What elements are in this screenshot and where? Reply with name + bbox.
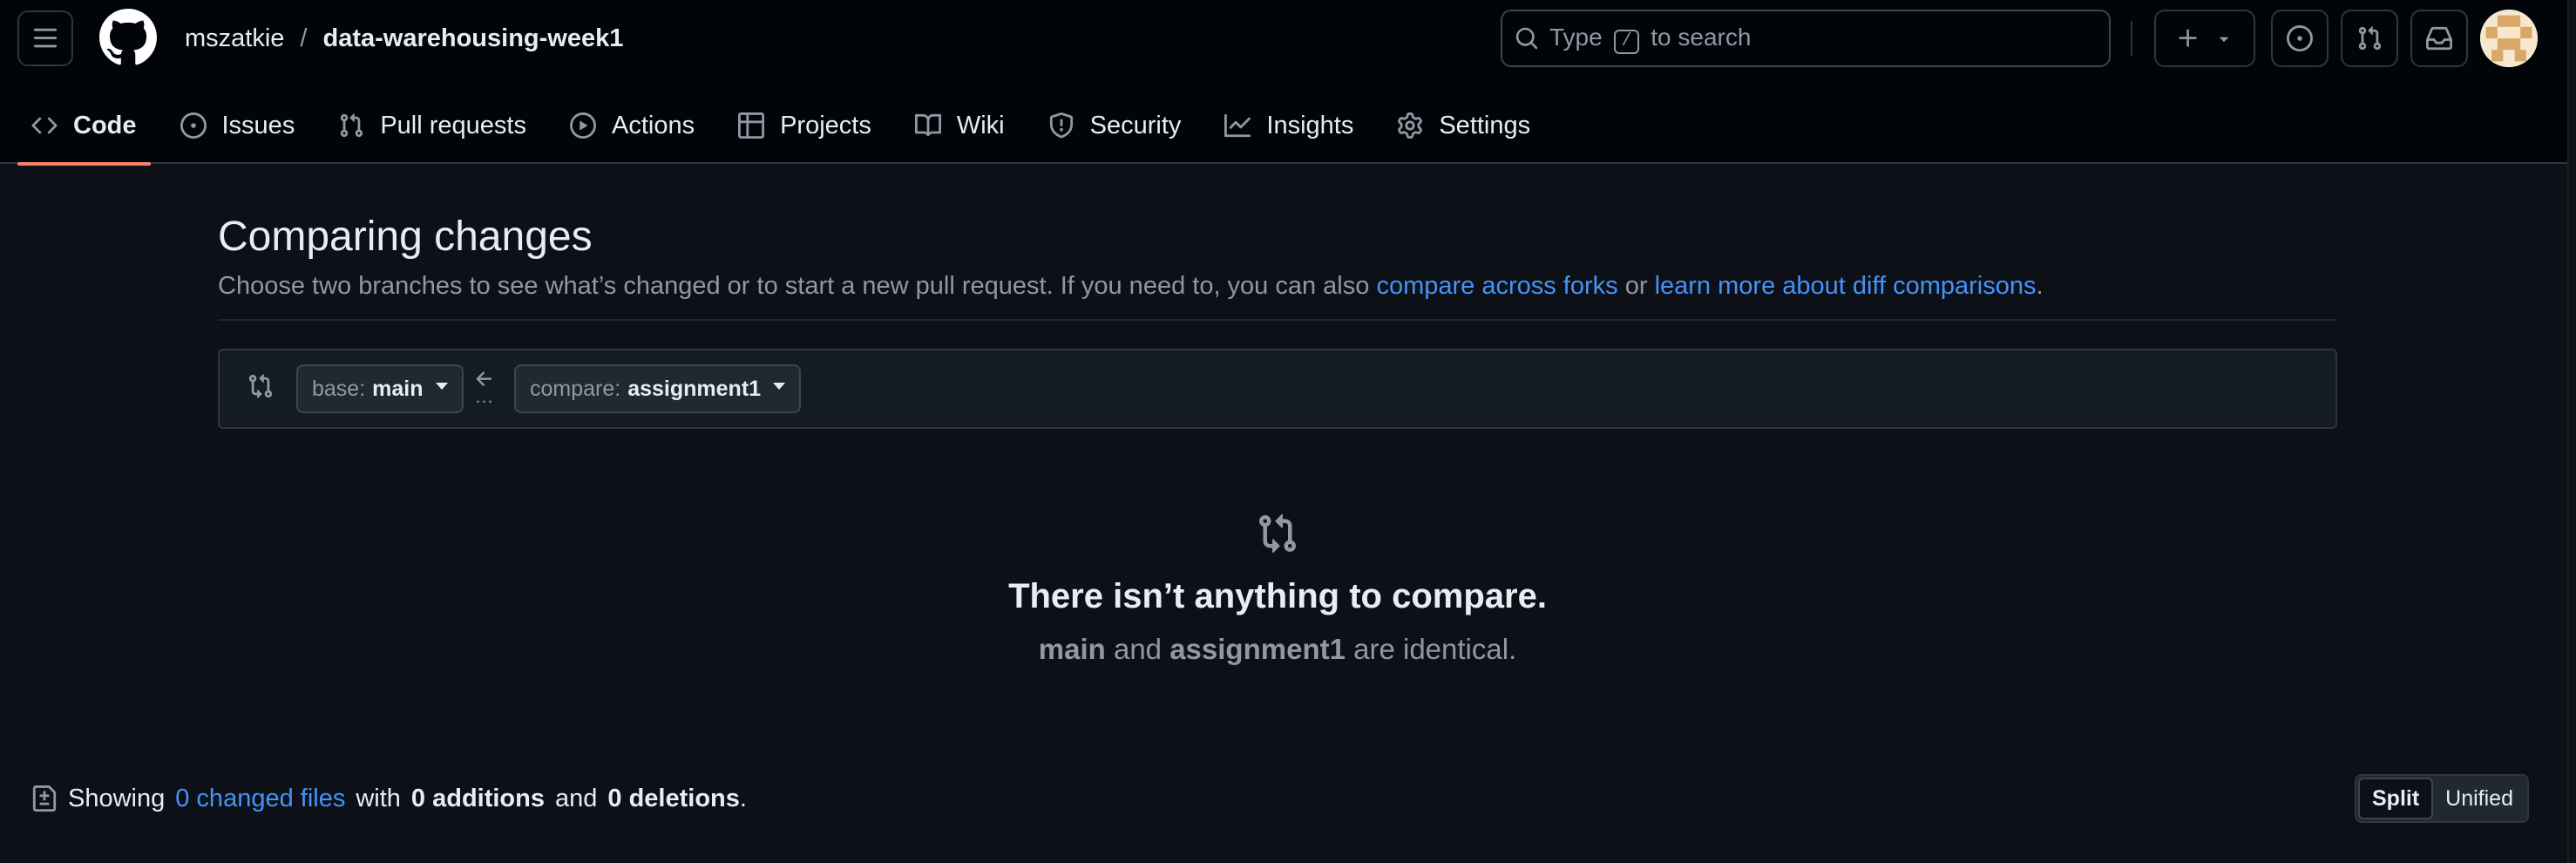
diff-summary: Showing 0 changed files with 0 additions… [31, 781, 747, 816]
range-separator: ... [471, 368, 498, 407]
repo-nav: Code Issues Pull requests Actions Projec… [17, 87, 1560, 166]
tab-security[interactable]: Security [1034, 87, 1196, 164]
caret-down-icon [773, 383, 786, 390]
your-pull-requests-button[interactable] [2341, 10, 2398, 67]
tab-label: Code [73, 111, 137, 139]
notifications-button[interactable] [2410, 10, 2468, 67]
compare-label: compare: [530, 376, 621, 401]
git-compare-icon [1259, 513, 1297, 554]
breadcrumb: mszatkie / data-warehousing-week1 [185, 0, 623, 77]
tab-wiki[interactable]: Wiki [901, 87, 1019, 164]
tab-issues[interactable]: Issues [166, 87, 309, 164]
compare-across-forks-link[interactable]: compare across forks [1376, 272, 1617, 300]
tab-label: Actions [611, 111, 695, 139]
hamburger-icon [33, 28, 58, 48]
breadcrumb-separator: / [300, 24, 308, 52]
base-branch-name: main [372, 376, 424, 401]
tab-pull-requests[interactable]: Pull requests [324, 87, 540, 164]
base-branch-select[interactable]: base: main [296, 364, 464, 413]
blankslate-description: main and assignment1 are identical. [0, 633, 2555, 666]
deletions-count: 0 deletions [607, 784, 740, 812]
blankslate-heading: There isn’t anything to compare. [1008, 577, 1547, 615]
base-label: base: [312, 376, 366, 401]
book-icon [914, 113, 941, 137]
git-pull-request-icon [2358, 26, 2382, 51]
tab-label: Issues [221, 111, 295, 139]
tab-label: Pull requests [380, 111, 526, 139]
summary-with: with [356, 784, 401, 812]
your-issues-button[interactable] [2271, 10, 2329, 67]
learn-more-link[interactable]: learn more about diff comparisons [1655, 272, 2037, 300]
additions-count: 0 additions [410, 784, 545, 812]
triangle-down-icon [2219, 37, 2229, 42]
issue-icon [180, 112, 207, 139]
inbox-icon [2426, 26, 2452, 51]
description-or: or [1624, 272, 1648, 300]
search-icon [1515, 27, 1538, 50]
search-shortcut-key: / [1614, 29, 1639, 54]
summary-and: and [555, 784, 598, 812]
graph-icon [1224, 113, 1251, 138]
compare-branch-select[interactable]: compare: assignment1 [514, 364, 802, 413]
git-compare-icon [248, 374, 273, 398]
file-diff-icon-wrap [31, 785, 58, 812]
global-header: mszatkie / data-warehousing-week1 Type /… [0, 0, 2567, 166]
shield-icon [1049, 112, 1073, 139]
compare-branch-name: assignment1 [627, 376, 762, 401]
page-scrollbar[interactable] [2567, 0, 2576, 863]
create-new-button[interactable] [2154, 10, 2255, 67]
tab-label: Insights [1266, 111, 1354, 139]
header-divider [2131, 21, 2132, 56]
tab-actions[interactable]: Actions [556, 87, 708, 164]
pull-request-icon [341, 113, 363, 138]
menu-button[interactable] [17, 10, 73, 66]
identicon-avatar-icon [2480, 10, 2538, 67]
github-mark-icon [99, 9, 157, 65]
description-period: . [2036, 272, 2044, 300]
branch-b-name: assignment1 [1169, 633, 1346, 665]
diff-view-toggle: Split Unified [2355, 774, 2529, 823]
blank-tail: are identical. [1353, 633, 1517, 665]
range-editor: base: main ... compare: assignment1 [218, 349, 2337, 429]
search-input[interactable]: Type / to search [1501, 10, 2111, 67]
gear-icon [1398, 112, 1423, 139]
search-placeholder-prefix: Type [1549, 23, 1603, 51]
repo-link[interactable]: data-warehousing-week1 [322, 24, 623, 53]
split-view-button[interactable]: Split [2358, 778, 2434, 819]
branch-a-name: main [1038, 633, 1106, 665]
description-text: Choose two branches to see what’s change… [218, 272, 1370, 300]
unified-view-button[interactable]: Unified [2433, 778, 2525, 819]
summary-showing: Showing [68, 784, 166, 812]
file-diff-icon [32, 785, 57, 812]
code-icon [31, 117, 58, 134]
compare-description: Choose two branches to see what’s change… [218, 272, 2044, 301]
plus-icon [2179, 29, 2197, 47]
owner-link[interactable]: mszatkie [185, 24, 284, 53]
divider [218, 319, 2337, 321]
tab-settings[interactable]: Settings [1383, 87, 1544, 164]
tab-insights[interactable]: Insights [1210, 87, 1367, 164]
caret-down-icon [435, 383, 448, 390]
range-dots: ... [475, 385, 494, 407]
changed-files-link[interactable]: 0 changed files [175, 785, 345, 813]
blank-and: and [1113, 633, 1163, 665]
summary-period: . [739, 784, 747, 812]
play-icon [569, 112, 596, 139]
table-icon [738, 112, 765, 139]
blankslate-icon [1257, 513, 1298, 554]
tab-label: Settings [1439, 111, 1531, 139]
tab-projects[interactable]: Projects [724, 87, 885, 164]
top-bar: mszatkie / data-warehousing-week1 Type /… [0, 0, 2567, 77]
github-logo[interactable] [99, 9, 157, 66]
tab-label: Projects [780, 111, 871, 139]
page-title: Comparing changes [218, 214, 593, 260]
search-placeholder-suffix: to search [1651, 23, 1752, 51]
tab-label: Wiki [956, 111, 1005, 139]
tab-code[interactable]: Code [17, 87, 151, 166]
issue-opened-icon [2287, 25, 2313, 51]
range-editor-icon [247, 373, 274, 399]
tab-label: Security [1089, 111, 1182, 139]
user-avatar[interactable] [2480, 10, 2538, 67]
